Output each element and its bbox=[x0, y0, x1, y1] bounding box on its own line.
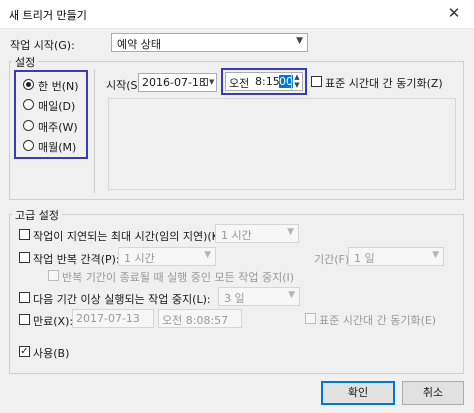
radio-monthly-label: 매월(M) bbox=[38, 141, 77, 154]
stop-longer-value: 3 일 bbox=[224, 292, 245, 305]
repeat-label: 작업 반복 간격(P): bbox=[33, 253, 120, 266]
radio-once-button[interactable] bbox=[23, 79, 34, 90]
delay-label: 작업이 지연되는 최대 시간(임의 지연)(K): bbox=[33, 230, 227, 243]
radio-weekly-button[interactable] bbox=[23, 120, 34, 131]
radio-daily-button[interactable] bbox=[23, 99, 34, 110]
expire-label: 만료(X): bbox=[33, 315, 74, 328]
chevron-down-icon: ▼ bbox=[288, 290, 295, 300]
close-icon[interactable]: ✕ bbox=[439, 2, 469, 24]
expire-time-value: 오전 8:08:57 bbox=[162, 314, 229, 327]
radio-monthly-button[interactable] bbox=[23, 140, 34, 151]
radio-daily-label: 매일(D) bbox=[38, 100, 76, 113]
expire-time-field[interactable]: 오전 8:08:57 bbox=[158, 309, 242, 328]
delay-checkbox[interactable] bbox=[19, 229, 30, 240]
start-task-dropdown[interactable]: 예약 상태 ▼ bbox=[111, 33, 308, 52]
repeat-value: 1 시간 bbox=[124, 252, 155, 265]
radio-weekly[interactable]: 매주(W) bbox=[23, 119, 88, 134]
enabled-checkbox[interactable]: ✓ bbox=[19, 346, 30, 357]
expire-date-value: 2017-07-13 bbox=[76, 312, 140, 325]
radio-once-label: 한 번(N) bbox=[38, 80, 79, 93]
delay-dropdown[interactable]: 1 시간 ▼ bbox=[215, 224, 299, 243]
expire-sync-label: 표준 시간대 간 동기화(E) bbox=[319, 314, 437, 327]
stop-all-label: 반복 기간이 종료될 때 실행 중인 모든 작업 중지(I) bbox=[62, 271, 295, 284]
stop-longer-label: 다음 기간 이상 실행되는 작업 중지(L): bbox=[33, 293, 211, 306]
start-date-picker[interactable]: 2016-07-13 ▼ bbox=[138, 73, 217, 92]
stop-longer-dropdown[interactable]: 3 일 ▼ bbox=[218, 287, 300, 306]
settings-divider bbox=[94, 69, 95, 193]
duration-dropdown[interactable]: 1 일 ▼ bbox=[348, 247, 444, 266]
time-spinner[interactable]: ▲ ▼ bbox=[291, 73, 302, 90]
radio-daily[interactable]: 매일(D) bbox=[23, 98, 88, 113]
repeat-checkbox[interactable] bbox=[19, 252, 30, 263]
sync-timezone-checkbox[interactable] bbox=[311, 76, 322, 87]
enabled-label: 사용(B) bbox=[33, 347, 70, 360]
expire-checkbox[interactable] bbox=[19, 314, 30, 325]
expire-date-picker[interactable]: 2017-07-13 bbox=[72, 309, 154, 328]
radio-monthly[interactable]: 매월(M) bbox=[23, 139, 88, 154]
radio-weekly-label: 매주(W) bbox=[38, 121, 78, 134]
start-date-value: 2016-07-13 bbox=[142, 76, 206, 89]
start-task-value: 예약 상태 bbox=[117, 38, 161, 51]
chevron-down-icon: ▼ bbox=[287, 227, 294, 237]
stop-longer-checkbox[interactable] bbox=[19, 292, 30, 303]
chevron-down-icon: ▼ bbox=[432, 250, 439, 260]
schedule-detail-panel bbox=[108, 98, 456, 190]
delay-value: 1 시간 bbox=[221, 229, 252, 242]
advanced-group-title: 고급 설정 bbox=[12, 207, 62, 223]
chevron-down-icon: ▼ bbox=[209, 78, 215, 86]
calendar-icon[interactable] bbox=[200, 78, 208, 86]
chevron-down-icon: ▼ bbox=[204, 250, 211, 260]
radio-once[interactable]: 한 번(N) bbox=[23, 78, 88, 93]
stop-all-checkbox[interactable] bbox=[48, 270, 59, 281]
sync-timezone-label: 표준 시간대 간 동기화(Z) bbox=[325, 77, 443, 90]
spin-down-icon[interactable]: ▼ bbox=[292, 81, 302, 89]
duration-value: 1 일 bbox=[354, 252, 375, 265]
start-task-label: 작업 시작(G): bbox=[10, 39, 75, 52]
chevron-down-icon: ▼ bbox=[296, 36, 303, 46]
start-time-field[interactable]: 오전 8:15: 00 ▲ ▼ bbox=[225, 72, 303, 91]
ok-button[interactable]: 확인 bbox=[321, 381, 395, 405]
cancel-button[interactable]: 취소 bbox=[402, 381, 464, 405]
settings-group-title: 설정 bbox=[12, 54, 39, 70]
spin-up-icon[interactable]: ▲ bbox=[292, 73, 302, 81]
start-time-ampm: 오전 bbox=[229, 77, 250, 90]
expire-sync-checkbox[interactable] bbox=[305, 313, 316, 324]
window-title: 새 트리거 만들기 bbox=[9, 9, 87, 22]
repeat-dropdown[interactable]: 1 시간 ▼ bbox=[118, 247, 216, 266]
